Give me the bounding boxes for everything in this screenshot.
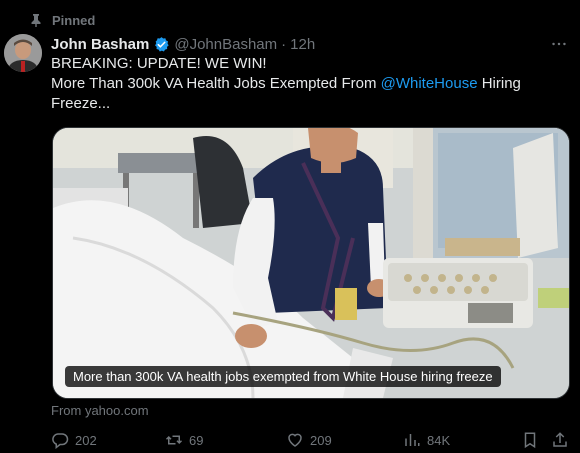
like-icon (288, 433, 302, 447)
tweet-line-1: BREAKING: UPDATE! WE WIN! (51, 55, 267, 72)
verified-icon (153, 36, 170, 53)
tweet-line-2: More Than 300k VA Health Jobs Exempted F… (51, 74, 561, 94)
tweet-line-2-prefix: More Than 300k VA Health Jobs Exempted F… (51, 75, 381, 92)
tweet-line-2-suffix: Hiring (477, 75, 521, 92)
pin-icon (30, 13, 42, 27)
bookmark-icon (524, 432, 536, 449)
reply-button[interactable]: 202 (51, 431, 97, 449)
media-image (53, 128, 569, 398)
mention-link[interactable]: @WhiteHouse (381, 75, 478, 92)
tweet-line-3: Freeze... (51, 95, 111, 112)
pinned-label: Pinned (52, 12, 96, 28)
author-handle[interactable]: @JohnBasham (174, 36, 277, 53)
tweet-header: John Basham @JohnBasham · 12h (51, 34, 580, 54)
timestamp[interactable]: 12h (290, 36, 315, 53)
separator-dot: · (281, 35, 287, 53)
repost-icon (165, 435, 183, 445)
share-icon (553, 432, 567, 447)
repost-button[interactable]: 69 (165, 431, 203, 449)
link-source[interactable]: From yahoo.com (51, 403, 149, 418)
author-name[interactable]: John Basham (51, 36, 149, 53)
action-bar: 202 69 209 84K (51, 431, 571, 453)
media-caption: More than 300k VA health jobs exempted f… (65, 366, 501, 387)
views-button[interactable]: 84K (403, 431, 450, 449)
bookmark-button[interactable] (521, 431, 545, 449)
views-icon (405, 434, 420, 446)
link-card[interactable]: More than 300k VA health jobs exempted f… (52, 127, 570, 399)
reply-icon (52, 433, 69, 449)
like-button[interactable]: 209 (286, 431, 332, 449)
repost-count: 69 (189, 432, 204, 448)
like-count: 209 (310, 432, 332, 448)
pinned-indicator: Pinned (30, 11, 95, 29)
more-icon[interactable] (550, 34, 568, 54)
reply-count: 202 (75, 432, 97, 448)
share-button[interactable] (551, 431, 575, 449)
views-count: 84K (427, 432, 451, 448)
tweet-text: BREAKING: UPDATE! WE WIN! More Than 300k… (51, 54, 561, 114)
avatar[interactable] (4, 34, 42, 72)
